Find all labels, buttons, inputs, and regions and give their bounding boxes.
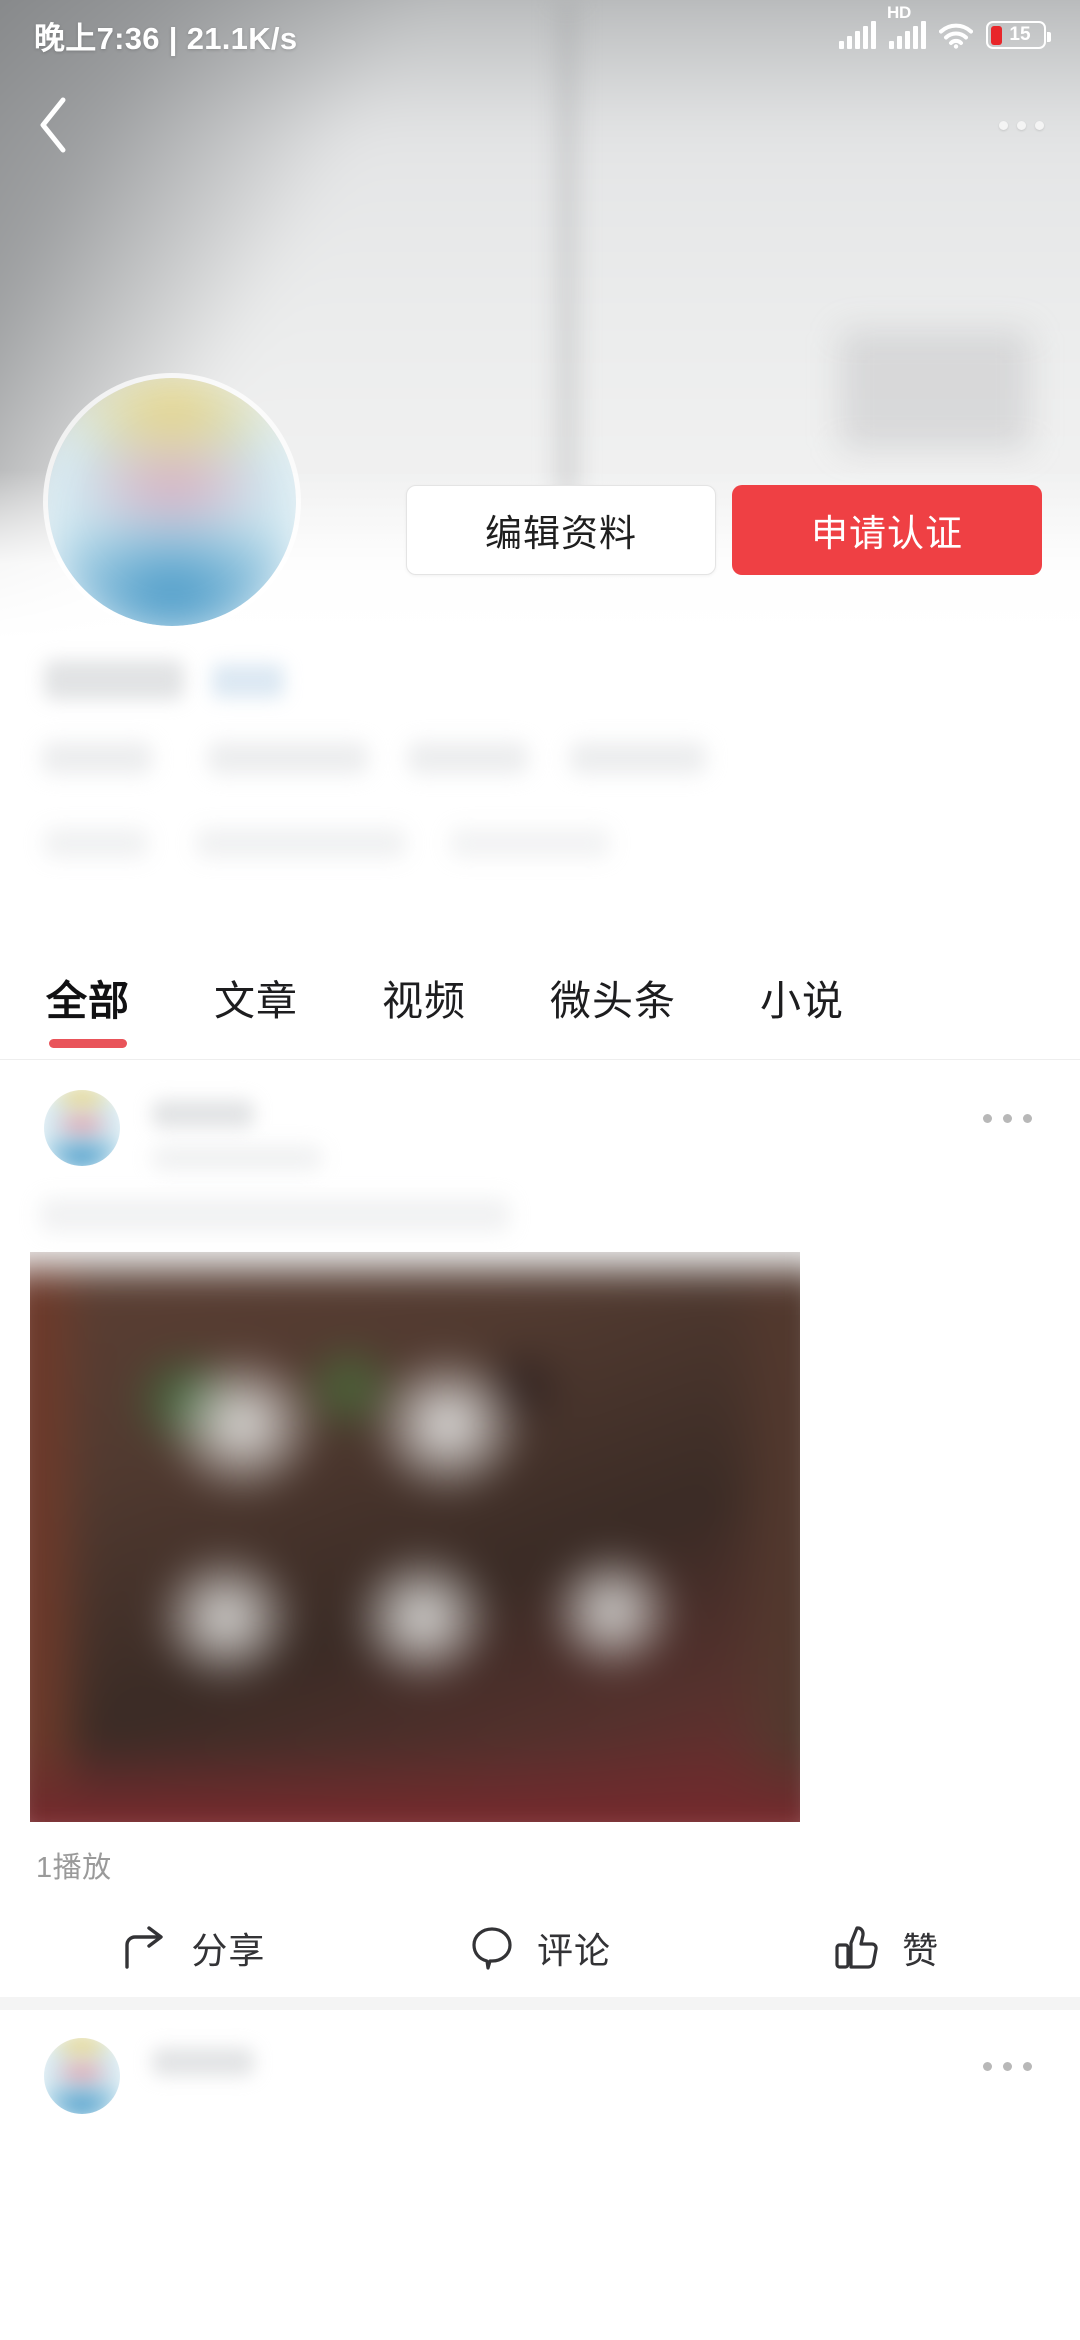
thumbs-up-icon bbox=[834, 1925, 880, 1971]
comment-label: 评论 bbox=[537, 1930, 612, 1971]
post-title-redacted bbox=[40, 1198, 510, 1232]
post-action-bar: 分享 评论 赞 bbox=[0, 1886, 1080, 2010]
battery-icon: 15 bbox=[986, 21, 1051, 49]
profile-stats-redacted-3 bbox=[408, 742, 528, 774]
tab-microblog[interactable]: 微头条 bbox=[550, 940, 676, 1060]
post-header bbox=[0, 1062, 1080, 1192]
tab-novels[interactable]: 小说 bbox=[760, 940, 844, 1060]
profile-bio-redacted-1 bbox=[44, 828, 148, 858]
post-author-name-redacted bbox=[152, 1100, 254, 1128]
post-video-thumbnail[interactable] bbox=[30, 1252, 800, 1822]
post-more-options-icon[interactable] bbox=[983, 1114, 1032, 1123]
profile-name-redacted bbox=[44, 660, 184, 700]
profile-badge-redacted bbox=[212, 664, 284, 698]
post-timestamp-redacted bbox=[152, 1146, 322, 1170]
back-chevron-icon[interactable] bbox=[36, 90, 106, 160]
avatar-ring bbox=[48, 378, 296, 626]
share-label: 分享 bbox=[191, 1930, 266, 1971]
status-separator: | bbox=[168, 20, 178, 56]
wifi-icon bbox=[939, 22, 973, 49]
profile-action-buttons: 编辑资料 申请认证 bbox=[406, 485, 1042, 575]
share-arrow-icon bbox=[121, 1925, 169, 1971]
feed-post bbox=[0, 2010, 1080, 2140]
share-button[interactable]: 分享 bbox=[20, 1922, 367, 1974]
status-bar-left: 晚上7:36 | 21.1K/s bbox=[34, 13, 297, 58]
top-nav-bar bbox=[0, 70, 1080, 180]
comment-bubble-icon bbox=[469, 1925, 515, 1971]
like-label: 赞 bbox=[902, 1930, 940, 1971]
profile-stats-redacted-4 bbox=[570, 742, 706, 774]
tab-all[interactable]: 全部 bbox=[46, 940, 130, 1060]
post-author-name-redacted bbox=[152, 2048, 254, 2076]
content-feed: 1播放 分享 评论 赞 bbox=[0, 1062, 1080, 2140]
like-button[interactable]: 赞 bbox=[713, 1922, 1060, 1974]
feed-post: 1播放 分享 评论 赞 bbox=[0, 1062, 1080, 2010]
status-network-speed: 21.1K/s bbox=[186, 20, 298, 56]
status-bar: 晚上7:36 | 21.1K/s HD 15 bbox=[0, 0, 1080, 70]
content-tab-bar: 全部 文章 视频 微头条 小说 bbox=[0, 940, 1080, 1060]
profile-bio-redacted-3 bbox=[450, 828, 610, 858]
post-more-options-icon[interactable] bbox=[983, 2062, 1032, 2071]
profile-stats-redacted-2 bbox=[208, 742, 368, 774]
tab-articles[interactable]: 文章 bbox=[214, 940, 298, 1060]
post-author-avatar[interactable] bbox=[44, 1090, 120, 1166]
battery-percent: 15 bbox=[1009, 24, 1031, 45]
profile-bio-redacted-2 bbox=[196, 828, 406, 858]
status-time: 晚上7:36 bbox=[34, 20, 160, 56]
post-thumbnail-image bbox=[30, 1252, 800, 1822]
status-bar-right: HD 15 bbox=[839, 3, 1051, 49]
tab-videos[interactable]: 视频 bbox=[382, 940, 466, 1060]
more-options-icon[interactable] bbox=[964, 90, 1044, 160]
profile-screen: 晚上7:36 | 21.1K/s HD 15 编辑资料 申请认证 全部 文章 视… bbox=[0, 0, 1080, 2340]
edit-profile-button[interactable]: 编辑资料 bbox=[406, 485, 716, 575]
comment-button[interactable]: 评论 bbox=[367, 1922, 714, 1974]
profile-stats-redacted-1 bbox=[42, 742, 152, 774]
post-header bbox=[0, 2010, 1080, 2140]
post-play-count: 1播放 bbox=[36, 1852, 112, 1884]
signal-hd-icon: HD bbox=[887, 3, 926, 49]
signal-icon bbox=[839, 21, 876, 49]
post-author-avatar[interactable] bbox=[44, 2038, 120, 2114]
hd-label: HD bbox=[887, 3, 911, 22]
apply-verification-button[interactable]: 申请认证 bbox=[732, 485, 1042, 575]
